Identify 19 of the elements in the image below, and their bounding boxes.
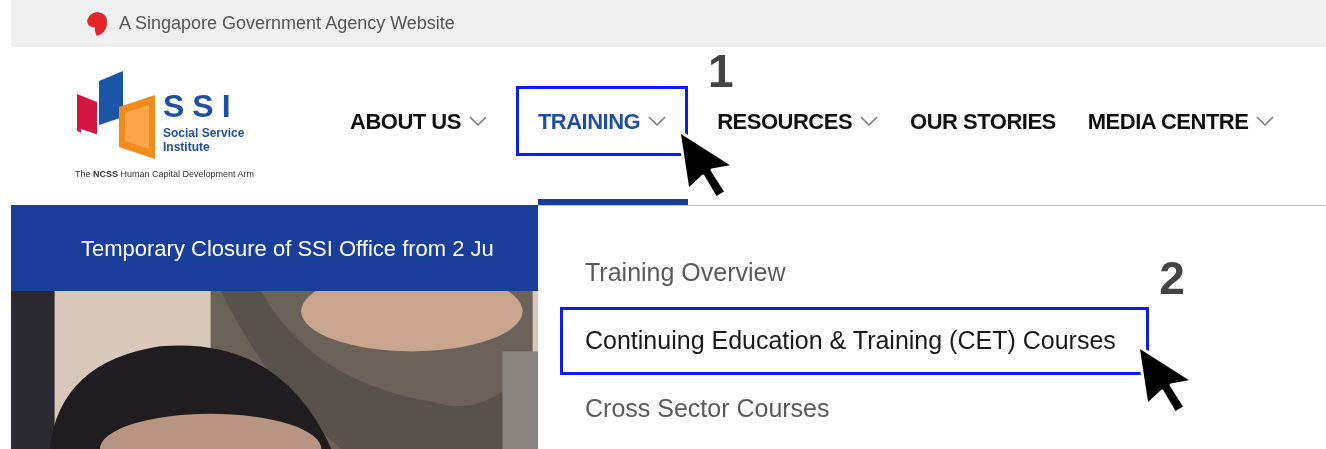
government-banner-text: A Singapore Government Agency Website	[119, 12, 455, 35]
nav-menu-item[interactable]: ABOUT US	[347, 86, 490, 156]
logo-title: SSI	[163, 90, 240, 122]
dropdown-menu-item[interactable]: Continuing Education & Training (CET) Courses	[560, 307, 1149, 375]
chevron-down-icon	[1256, 116, 1275, 126]
dropdown-menu-item[interactable]: Training Overview	[560, 239, 819, 307]
step-number: 2	[1159, 255, 1185, 301]
announcement-text[interactable]: Temporary Closure of SSI Office from 2 Ju	[81, 231, 494, 265]
nav-menu-item[interactable]: TRAINING	[515, 86, 689, 156]
lion-head-icon	[85, 10, 109, 37]
chevron-down-icon	[468, 116, 487, 126]
logo-subtitle: Institute	[163, 140, 211, 154]
chevron-down-icon	[860, 116, 879, 126]
chevron-down-icon	[648, 116, 667, 126]
nav-menu-item[interactable]: OUR STORIES	[907, 86, 1059, 156]
dropdown-menu-item[interactable]: Cross Sector Courses	[560, 375, 863, 443]
logo-subtitle: Social Service	[163, 126, 245, 140]
logo-tagline: The NCSS Human Capital Development Arm	[75, 168, 256, 181]
nav-menu-item[interactable]: MEDIA CENTRE	[1084, 86, 1278, 156]
